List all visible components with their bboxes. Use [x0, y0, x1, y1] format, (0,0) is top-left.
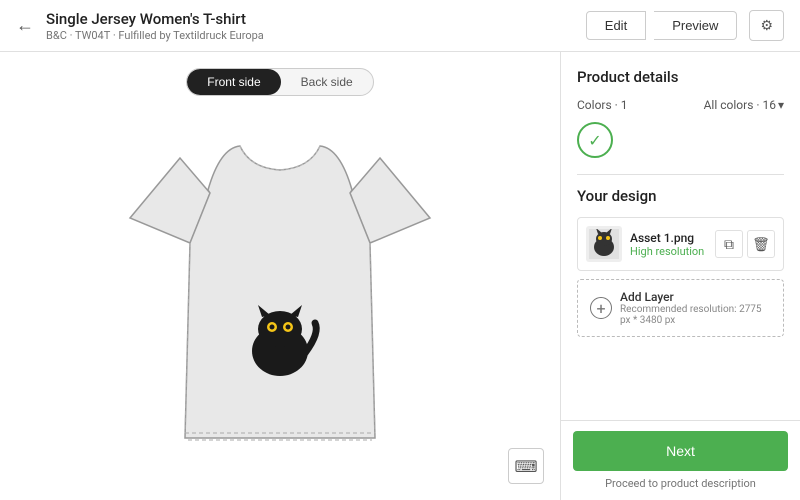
design-item: Asset 1.png High resolution ⧉ 🗑 [577, 217, 784, 271]
add-layer-sublabel: Recommended resolution: 2775 px * 3480 p… [620, 304, 771, 326]
chevron-down-icon: ▾ [778, 98, 784, 112]
keyboard-button[interactable]: ⌨ [508, 448, 544, 484]
design-info: Asset 1.png High resolution [630, 231, 715, 258]
thumbnail-image [589, 229, 619, 259]
design-resolution: High resolution [630, 245, 715, 258]
duplicate-design-button[interactable]: ⧉ [715, 230, 743, 258]
color-swatch-white[interactable]: ✓ [577, 122, 613, 158]
trash-icon: 🗑 [752, 236, 770, 253]
tshirt-preview [120, 128, 440, 468]
plus-icon: + [590, 297, 612, 319]
settings-button[interactable]: ⚙ [749, 10, 784, 41]
page-title: Single Jersey Women's T-shirt [46, 10, 586, 28]
colors-row: Colors · 1 All colors · 16 ▾ [577, 98, 784, 112]
copy-icon: ⧉ [724, 236, 734, 253]
your-design-title: Your design [577, 187, 784, 205]
edit-button[interactable]: Edit [586, 11, 646, 40]
header: ← Single Jersey Women's T-shirt B&C · TW… [0, 0, 800, 52]
all-colors-button[interactable]: All colors · 16 ▾ [704, 98, 784, 112]
tshirt-area [16, 112, 544, 484]
header-title-block: Single Jersey Women's T-shirt B&C · TW04… [46, 10, 586, 42]
right-panel: Product details Colors · 1 All colors · … [560, 52, 800, 500]
delete-design-button[interactable]: 🗑 [747, 230, 775, 258]
gear-icon: ⚙ [760, 17, 773, 33]
keyboard-icon: ⌨ [514, 457, 537, 476]
page-subtitle: B&C · TW04T · Fulfilled by Textildruck E… [46, 29, 586, 42]
add-layer-button[interactable]: + Add Layer Recommended resolution: 2775… [577, 279, 784, 337]
side-toggle: Front side Back side [186, 68, 373, 96]
design-actions: ⧉ 🗑 [715, 230, 775, 258]
footer-hint: Proceed to product description [573, 477, 788, 490]
back-button[interactable]: ← [16, 15, 34, 36]
product-details-title: Product details [577, 68, 784, 86]
right-panel-content: Product details Colors · 1 All colors · … [561, 52, 800, 420]
design-thumbnail [586, 226, 622, 262]
back-side-button[interactable]: Back side [281, 69, 373, 95]
right-footer: Next Proceed to product description [561, 420, 800, 500]
colors-label: Colors · 1 [577, 98, 628, 112]
divider [577, 174, 784, 175]
header-actions: Edit Preview ⚙ [586, 10, 784, 41]
left-panel: Front side Back side [0, 52, 560, 500]
check-icon: ✓ [588, 131, 601, 150]
add-layer-text: Add Layer Recommended resolution: 2775 p… [620, 290, 771, 326]
design-name: Asset 1.png [630, 231, 715, 245]
front-side-button[interactable]: Front side [187, 69, 280, 95]
preview-button[interactable]: Preview [654, 11, 737, 40]
next-button[interactable]: Next [573, 431, 788, 471]
main-content: Front side Back side [0, 52, 800, 500]
add-layer-label: Add Layer [620, 290, 771, 304]
